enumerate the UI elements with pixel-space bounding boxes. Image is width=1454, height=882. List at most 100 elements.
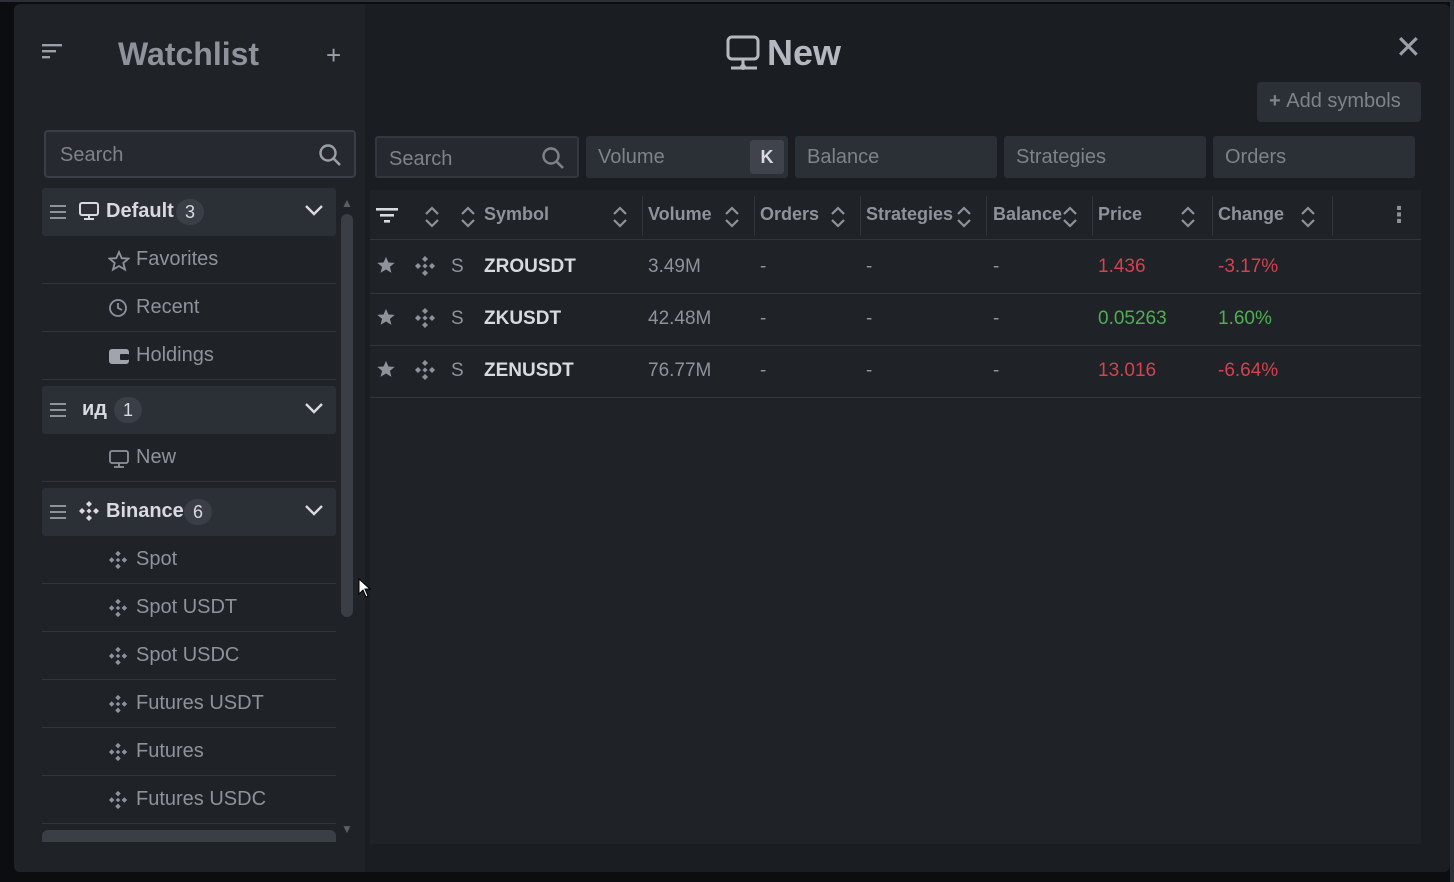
close-icon[interactable]: ✕ [1395,28,1422,66]
symbol-name[interactable]: ZROUSDT [484,256,576,278]
sort-toggle-icon[interactable] [1298,204,1318,235]
sidebar-item-label: Holdings [136,344,214,366]
clock-icon [108,298,128,323]
table-row[interactable]: S ZROUSDT 3.49M - - - 1.436 -3.17% [370,242,1421,294]
drag-handle-icon[interactable] [50,204,66,225]
volume-value: 76.77M [648,360,712,381]
change-value: -3.17% [1218,256,1279,277]
group-count-badge: 6 [184,499,213,525]
orders-value: - [760,256,767,277]
column-header-orders[interactable]: Orders [760,204,819,225]
search-icon[interactable] [318,143,342,172]
orders-filter-input[interactable]: Orders [1213,136,1415,178]
table-row[interactable]: S ZENUSDT 76.77M - - - 13.016 -6.64% [370,346,1421,398]
group-name: Binance [106,500,184,522]
binance-icon [414,255,436,283]
sort-toggle-icon[interactable] [1060,204,1080,235]
sidebar-item-spot[interactable]: Spot [42,536,336,584]
orders-value: - [760,360,767,381]
sort-toggle-icon[interactable] [828,204,848,235]
column-header-balance[interactable]: Balance [993,204,1062,225]
sidebar-item-spot-usdt[interactable]: Spot USDT [42,584,336,632]
sidebar-item-label: Spot [136,548,178,570]
chevron-down-icon[interactable] [304,203,324,222]
sidebar-item-futures-usdc[interactable]: Futures USDC [42,776,336,824]
group-count-badge: 1 [114,397,143,423]
favorite-star-icon[interactable] [376,359,396,385]
column-header-strategies[interactable]: Strategies [866,204,953,225]
drag-handle-icon[interactable] [50,504,66,525]
symbol-name[interactable]: ZKUSDT [484,308,561,330]
sort-toggle-icon[interactable] [610,204,630,235]
sort-toggle-icon[interactable] [422,204,442,235]
column-header-price[interactable]: Price [1098,204,1142,225]
volume-filter-input[interactable]: Volume K [586,136,788,178]
sidebar-item-label: Futures USDT [136,692,264,714]
sidebar-item-futures-usdt[interactable]: Futures USDT [42,680,336,728]
sidebar-scrollbar[interactable] [341,214,353,617]
column-divider [1332,196,1333,236]
binance-icon [414,307,436,335]
price-value: 0.05263 [1098,308,1167,329]
column-header-volume[interactable]: Volume [648,204,712,225]
sidebar-item-recent[interactable]: Recent [42,284,336,332]
binance-icon [108,646,128,671]
group-default[interactable]: Default 3 [42,188,336,236]
add-symbols-button[interactable]: + Add symbols [1257,82,1421,122]
binance-icon [414,359,436,387]
star-icon [107,249,131,277]
drag-handle-icon[interactable] [50,402,66,423]
sort-icon[interactable] [42,42,66,65]
symbol-search-input[interactable]: Search [375,136,579,178]
binance-icon [108,694,128,719]
chevron-down-icon[interactable] [304,503,324,522]
volume-value: 42.48M [648,308,712,329]
sort-toggle-icon[interactable] [458,204,478,235]
column-divider [986,196,987,236]
balance-filter-input[interactable]: Balance [795,136,997,178]
volume-unit-button[interactable]: K [750,140,784,174]
column-header-change[interactable]: Change [1218,204,1284,225]
strategies-value: - [866,256,873,277]
sidebar-item-holdings[interactable]: Holdings [42,332,336,380]
group-name: ид [82,398,107,420]
scroll-down-icon[interactable]: ▼ [341,822,353,836]
column-divider [642,196,643,236]
more-options-icon[interactable]: ⋮ [1388,202,1410,228]
search-icon[interactable] [541,146,565,175]
sort-toggle-icon[interactable] [1178,204,1198,235]
binance-icon [108,790,128,815]
page-title: New [767,32,842,73]
sidebar-item-label: Spot USDC [136,644,240,666]
strategies-filter-input[interactable]: Strategies [1004,136,1206,178]
group-binance[interactable]: Binance 6 [42,488,336,536]
sidebar-search-input[interactable]: Search [44,130,356,178]
table-row[interactable]: S ZKUSDT 42.48M - - - 0.05263 1.60% [370,294,1421,346]
orders-value: - [760,308,767,329]
sidebar-item-futures[interactable]: Futures [42,728,336,776]
sidebar-item-favorites[interactable]: Favorites [42,236,336,284]
sidebar-item-spot-usdc[interactable]: Spot USDC [42,632,336,680]
window-right-edge [1450,0,1454,882]
sidebar-item-label: Recent [136,296,200,318]
favorite-star-icon[interactable] [376,255,396,281]
group-id[interactable]: ид 1 [42,386,336,434]
symbol-name[interactable]: ZENUSDT [484,360,574,382]
sort-toggle-icon[interactable] [722,204,742,235]
column-header-symbol[interactable]: Symbol [484,204,549,225]
column-divider [1212,196,1213,236]
sort-toggle-icon[interactable] [954,204,974,235]
add-symbols-label: Add symbols [1286,90,1401,112]
symbols-table: Symbol Volume Orders Strategies Balance … [370,190,1421,844]
scroll-up-icon[interactable]: ▲ [341,196,353,210]
chevron-down-icon[interactable] [304,401,324,420]
filter-icon[interactable] [376,206,398,229]
balance-value: - [993,256,1000,277]
change-value: -6.64% [1218,360,1279,381]
volume-value: 3.49M [648,256,701,277]
add-watchlist-icon[interactable]: + [326,40,341,71]
change-value: 1.60% [1218,308,1272,329]
sidebar-item-new[interactable]: New [42,434,336,482]
binance-icon [108,598,128,623]
favorite-star-icon[interactable] [376,307,396,333]
